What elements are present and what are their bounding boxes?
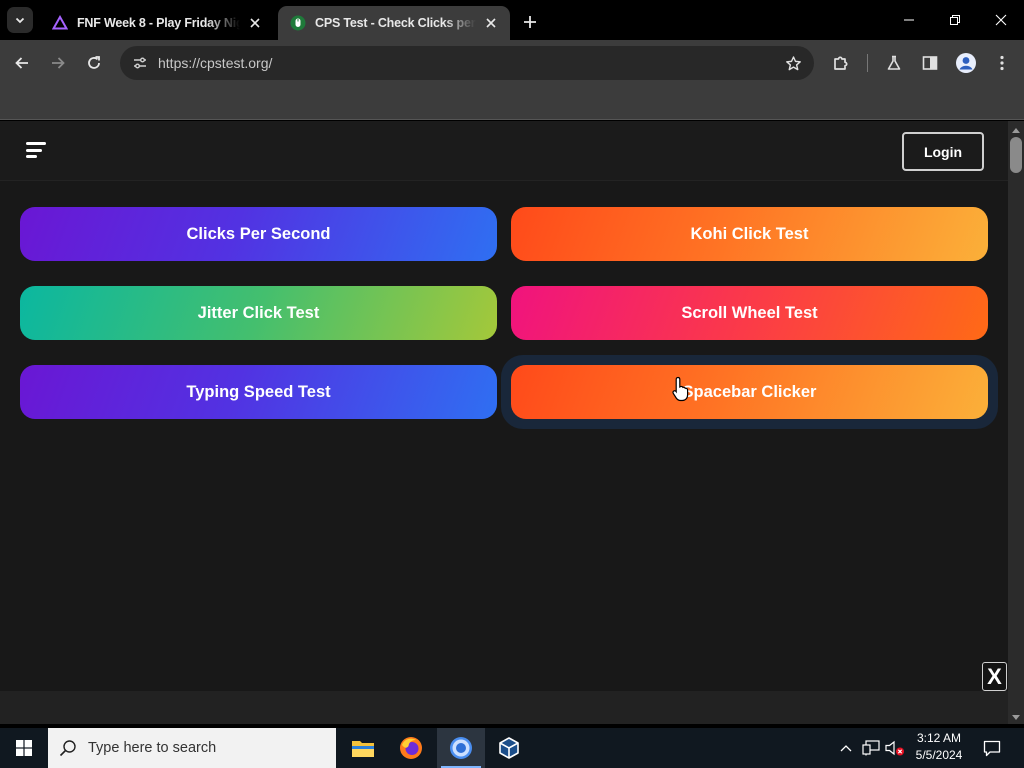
scroll-wheel-test-button[interactable]: Scroll Wheel Test [511, 286, 988, 340]
bookmarks-bar [0, 86, 1024, 120]
chevron-up-icon [840, 745, 852, 752]
notification-center-icon [983, 740, 1001, 757]
labs-button[interactable] [879, 48, 909, 78]
volume-muted-icon [885, 740, 904, 756]
spacebar-clicker-button[interactable]: Spacebar Clicker [511, 365, 988, 419]
reload-button[interactable] [79, 48, 109, 78]
taskbar-firefox[interactable] [387, 728, 435, 768]
taskbar-clock[interactable]: 3:12 AM 5/5/2024 [906, 730, 972, 766]
windows-logo-icon [16, 740, 32, 756]
restore-button[interactable] [932, 0, 978, 40]
address-bar[interactable]: https://cpstest.org/ [120, 46, 814, 80]
plus-icon [524, 16, 536, 28]
close-window-button[interactable] [978, 0, 1024, 40]
taskbar-search-box[interactable]: Type here to search [48, 728, 336, 768]
network-tray-button[interactable] [860, 728, 882, 768]
close-ad-button[interactable]: X [982, 662, 1007, 691]
close-icon [995, 14, 1007, 26]
search-placeholder: Type here to search [88, 740, 217, 756]
chevron-down-icon [15, 17, 25, 24]
site-info-icon[interactable] [124, 55, 156, 71]
file-explorer-icon [352, 741, 374, 757]
scroll-down-arrow-icon[interactable] [1008, 711, 1024, 725]
side-panel-button[interactable] [915, 48, 945, 78]
tab-strip: FNF Week 8 - Play Friday Night Funkin CP… [0, 0, 1024, 40]
extensions-button[interactable] [826, 48, 856, 78]
taskbar-virtualbox[interactable] [485, 728, 533, 768]
forward-arrow-icon [52, 57, 65, 69]
ad-banner [0, 691, 1008, 724]
clicks-per-second-button[interactable]: Clicks Per Second [20, 207, 497, 261]
clock-time: 3:12 AM [916, 731, 962, 745]
profile-button[interactable] [951, 48, 981, 78]
firefox-icon [400, 737, 422, 759]
volume-tray-button[interactable] [884, 728, 906, 768]
cpstest-mouse-icon [290, 15, 306, 31]
tab-title: CPS Test - Check Clicks per Second [315, 16, 476, 30]
flask-icon [887, 55, 901, 70]
forward-button[interactable] [43, 48, 73, 78]
bookmark-star-icon[interactable] [778, 55, 808, 72]
page-scrollbar[interactable] [1008, 121, 1024, 724]
login-button[interactable]: Login [902, 132, 984, 171]
typing-speed-test-button[interactable]: Typing Speed Test [20, 365, 497, 419]
search-icon [48, 739, 88, 757]
reload-icon [88, 56, 100, 69]
kohi-click-test-button[interactable]: Kohi Click Test [511, 207, 988, 261]
taskbar-file-explorer[interactable] [339, 728, 387, 768]
scroll-thumb[interactable] [1010, 137, 1022, 173]
hand-cursor-icon [672, 376, 689, 402]
chrome-menu-button[interactable] [987, 48, 1017, 78]
site-header: Login [0, 121, 1008, 181]
tab-cpstest[interactable]: CPS Test - Check Clicks per Second [278, 6, 510, 40]
browser-toolbar: https://cpstest.org/ [0, 40, 1024, 86]
fnf-triangle-icon [52, 15, 68, 31]
start-button[interactable] [0, 728, 48, 768]
tab-fnf[interactable]: FNF Week 8 - Play Friday Night Funkin [40, 6, 274, 40]
kebab-menu-icon [1000, 55, 1004, 71]
restore-icon [950, 15, 960, 25]
page-viewport: Login Clicks Per Second Kohi Click Test … [0, 121, 1008, 724]
close-ad-label: X [987, 663, 1002, 689]
taskbar-chrome[interactable] [437, 728, 485, 768]
virtualbox-icon [499, 737, 519, 759]
minimize-icon [904, 19, 914, 21]
profile-avatar-icon [956, 53, 976, 73]
tab-search-button[interactable] [7, 7, 33, 33]
back-button[interactable] [7, 48, 37, 78]
minimize-button[interactable] [886, 0, 932, 40]
windows-taskbar: Type here to search 3:12 AM 5/5/2024 [0, 728, 1024, 768]
back-arrow-icon [15, 57, 28, 69]
notifications-button[interactable] [978, 728, 1006, 768]
close-tab-icon[interactable] [482, 14, 500, 32]
new-tab-button[interactable] [518, 10, 542, 34]
clock-date: 5/5/2024 [915, 748, 963, 762]
puzzle-icon [834, 56, 848, 70]
close-tab-icon[interactable] [246, 14, 264, 32]
hamburger-menu-icon[interactable] [26, 139, 50, 161]
network-icon [862, 740, 880, 756]
tab-title: FNF Week 8 - Play Friday Night Funkin [77, 16, 240, 30]
chrome-icon [450, 737, 472, 759]
scroll-up-arrow-icon[interactable] [1008, 123, 1024, 137]
toolbar-separator [867, 54, 868, 72]
side-panel-icon [922, 56, 938, 70]
jitter-click-test-button[interactable]: Jitter Click Test [20, 286, 497, 340]
show-hidden-icons-button[interactable] [836, 728, 856, 768]
url-text: https://cpstest.org/ [158, 55, 273, 71]
